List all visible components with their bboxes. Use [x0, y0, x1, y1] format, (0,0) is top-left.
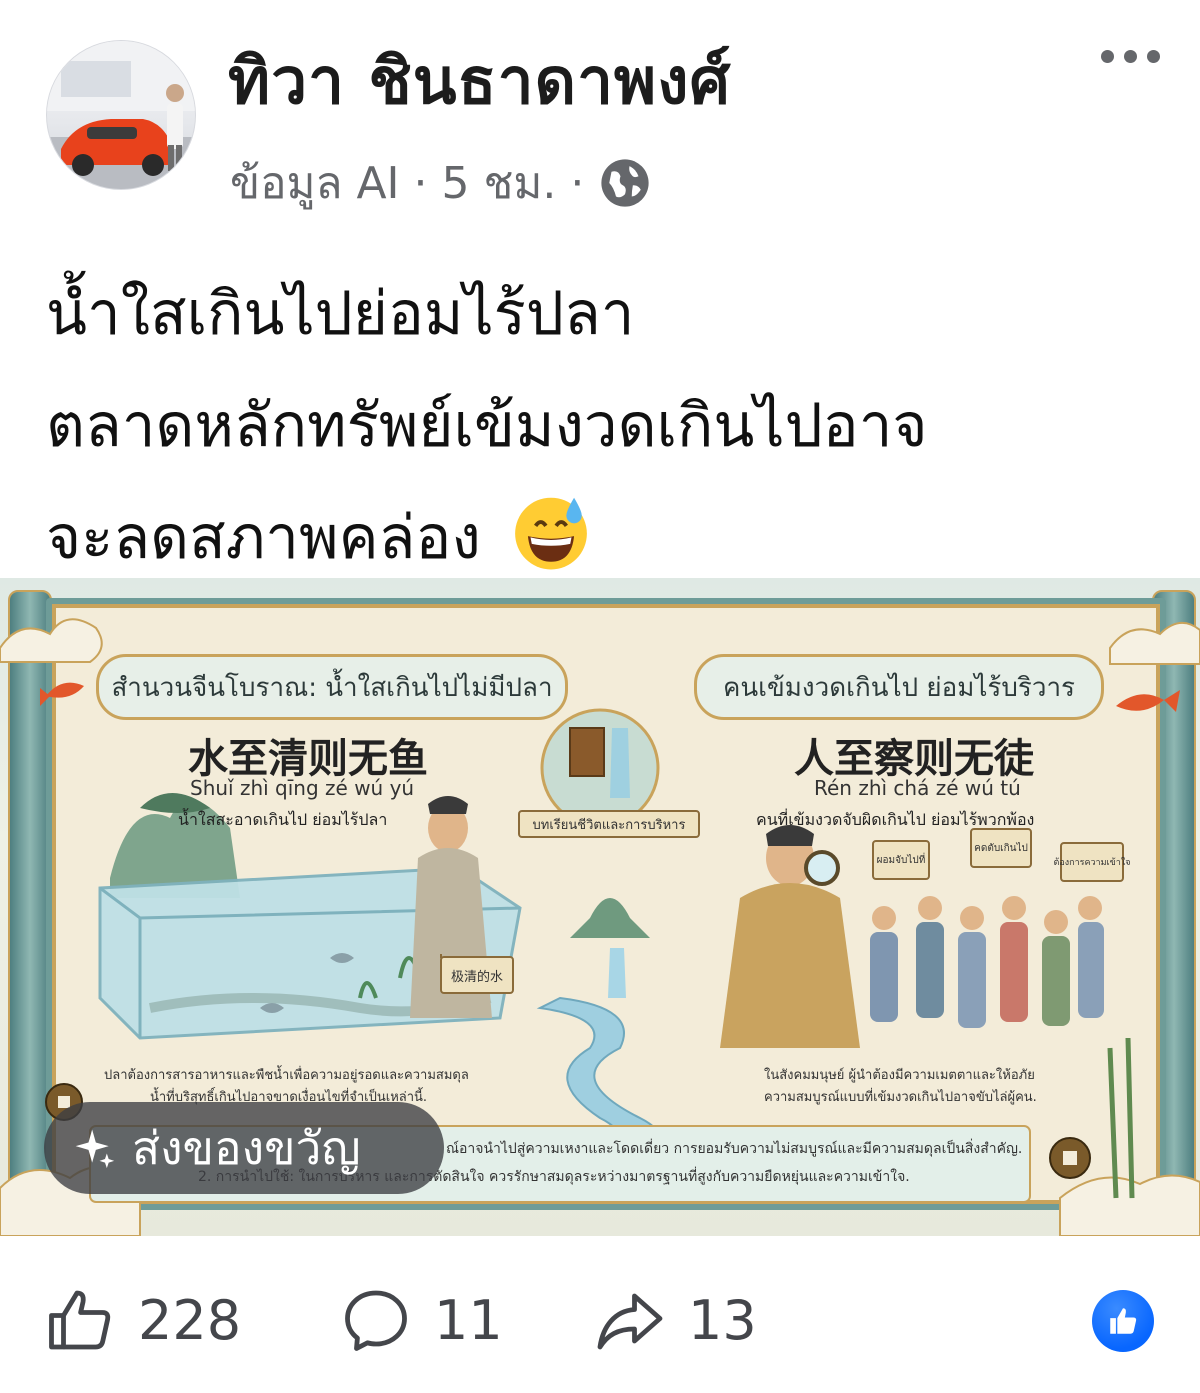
like-reaction-icon[interactable] — [1092, 1290, 1154, 1352]
protest-sign: ต้องการความเข้าใจ — [1054, 842, 1131, 882]
left-note: ปลาต้องการสารอาหารและพืชน้ำเพื่อความอยู่… — [104, 1068, 469, 1083]
post-action-bar: 228 11 13 — [44, 1280, 1164, 1360]
right-note: ในสังคมมนุษย์ ผู้นำต้องมีความเมตตาและให้… — [764, 1068, 1035, 1083]
right-pinyin: Rén zhì chá zé wú tú — [814, 776, 1021, 800]
meta-separator-2: · — [570, 157, 585, 209]
share-button[interactable]: 13 — [594, 1280, 757, 1360]
left-thai: น้ำใสสะอาดเกินไป ย่อมไร้ปลา — [178, 810, 388, 829]
sparkle-icon — [75, 1129, 115, 1169]
bottom-note: ณ์อาจนำไปสู่ความเหงาและโดดเดี่ยว การยอมร… — [446, 1141, 1023, 1157]
share-arrow-icon — [597, 1293, 663, 1350]
center-label: บทเรียนชีวิตและการบริหาร — [518, 810, 700, 838]
send-gift-button[interactable]: ส่งของขวัญ — [44, 1102, 444, 1194]
left-pinyin: Shuǐ zhì qīng zé wú yú — [190, 776, 415, 800]
comment-button[interactable]: 11 — [340, 1280, 503, 1360]
avatar-photo — [47, 41, 195, 189]
like-count: 228 — [138, 1288, 242, 1352]
meta-separator: · — [413, 157, 428, 209]
ai-info-label[interactable]: ข้อมูล AI — [230, 148, 400, 218]
post-caption: น้ำใสเกินไปย่อมไร้ปลา ตลาดหลักทรัพย์เข้ม… — [46, 258, 1166, 594]
left-banner: สำนวนจีนโบราณ: น้ำใสเกินไปไม่มีปลา — [96, 654, 568, 720]
caption-line: ตลาดหลักทรัพย์เข้มงวดเกินไปอาจ — [46, 391, 928, 461]
comment-bubble-icon — [345, 1290, 407, 1351]
water-sign: 极清的水 — [440, 956, 514, 994]
right-note: ความสมบูรณ์แบบที่เข้มงวดเกินไปอาจขับไล่ผ… — [764, 1090, 1037, 1105]
globe-icon[interactable] — [598, 156, 652, 210]
caption-line: น้ำใสเกินไปย่อมไร้ปลา — [46, 279, 635, 349]
author-avatar[interactable] — [46, 40, 196, 190]
right-banner: คนเข้มงวดเกินไป ย่อมไร้บริวาร — [694, 654, 1104, 720]
more-options-icon[interactable] — [1101, 50, 1160, 63]
share-count: 13 — [688, 1288, 757, 1352]
protest-sign: คดตับเกินไป — [970, 828, 1032, 868]
comment-count: 11 — [434, 1288, 503, 1352]
protest-sign: ผอมจับไปที่ — [872, 840, 930, 880]
like-button[interactable]: 228 — [44, 1280, 241, 1360]
post-meta: ข้อมูล AI · 5 ชม. · — [230, 148, 652, 218]
author-name[interactable]: ทิวา ชินธาดาพงศ์ — [228, 30, 731, 132]
grinning-sweat-emoji — [514, 497, 587, 570]
send-gift-label: ส่งของขวัญ — [132, 1120, 361, 1175]
thumbs-up-icon — [49, 1290, 111, 1350]
post-time[interactable]: 5 ชม. — [442, 148, 557, 218]
